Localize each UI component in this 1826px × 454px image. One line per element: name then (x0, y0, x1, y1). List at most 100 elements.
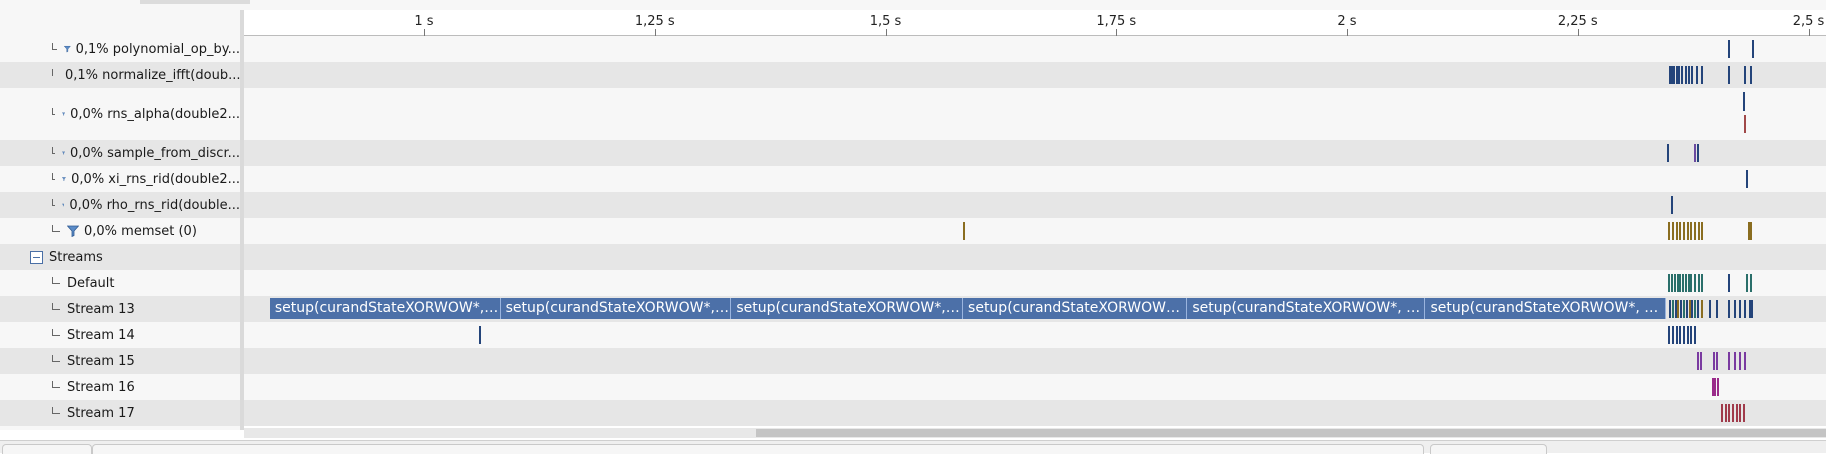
row-label[interactable]: 0,0% xi_rns_rid(double2... (0, 166, 240, 192)
kernel-mark[interactable] (1694, 274, 1697, 292)
kernel-mark[interactable] (1733, 300, 1736, 318)
kernel-mark[interactable] (1700, 300, 1703, 318)
kernel-mark[interactable] (1697, 274, 1700, 292)
stream-row[interactable]: Stream 13 setup(curandStateXORWOW*, u... s… (0, 296, 1826, 322)
tab-fragment[interactable] (140, 0, 250, 4)
kernel-mark[interactable] (1694, 222, 1697, 240)
kernel-mark[interactable] (1745, 274, 1748, 292)
kernel-mark[interactable] (1694, 326, 1697, 344)
kernel-mark[interactable] (1700, 66, 1703, 84)
kernel-mark[interactable] (1684, 274, 1687, 292)
kernel-mark[interactable] (1701, 274, 1704, 292)
kernel-mark[interactable] (1727, 40, 1730, 58)
kernel-mark[interactable] (1671, 300, 1674, 318)
stream-row[interactable]: Stream 14 (0, 322, 1826, 348)
kernel-mark[interactable] (1667, 144, 1670, 162)
kernel-mark[interactable] (1743, 92, 1746, 111)
kernel-mark[interactable] (1711, 378, 1714, 396)
kernel-mark[interactable] (1735, 404, 1738, 422)
row-label[interactable]: Stream 15 (0, 348, 240, 374)
kernel-mark[interactable] (1686, 222, 1689, 240)
kernel-mark[interactable] (1682, 274, 1685, 292)
kernel-bar[interactable]: setup(curandStateXORWOW*, un... (1187, 298, 1426, 319)
kernel-mark[interactable] (1739, 300, 1742, 318)
kernel-mark[interactable] (1676, 274, 1679, 292)
row-label[interactable]: 0,0% rns_alpha(double2... (0, 88, 240, 140)
kernel-mark[interactable] (1750, 274, 1753, 292)
kernel-bar[interactable]: setup(curandStateXORWOW*, u... (500, 298, 732, 319)
row-label[interactable]: 0,0% sample_from_discr... (0, 140, 240, 166)
kernel-mark[interactable] (1678, 66, 1681, 84)
kernel-mark[interactable] (1671, 222, 1674, 240)
kernel-mark[interactable] (1675, 222, 1678, 240)
kernel-mark[interactable] (1682, 326, 1685, 344)
kernel-mark[interactable] (1668, 274, 1671, 292)
kernel-mark[interactable] (1717, 378, 1720, 396)
kernel-mark[interactable] (1701, 222, 1704, 240)
kernel-mark[interactable] (1743, 300, 1746, 318)
row-label[interactable]: 0,1% polynomial_op_by... (0, 36, 240, 62)
kernel-mark[interactable] (1690, 326, 1693, 344)
kernel-mark[interactable] (1743, 115, 1746, 133)
kernel-mark[interactable] (1674, 300, 1677, 318)
kernel-mark[interactable] (1712, 352, 1715, 370)
row-label[interactable]: Streams (0, 244, 240, 270)
kernel-bar[interactable]: setup(curandStateXORWOW*, ... (963, 298, 1188, 319)
kernel-mark[interactable] (1679, 326, 1682, 344)
kernel-mark[interactable] (963, 222, 966, 240)
kernel-mark[interactable] (1714, 378, 1717, 396)
kernel-mark[interactable] (1670, 274, 1673, 292)
kernel-mark[interactable] (1731, 404, 1734, 422)
kernel-mark[interactable] (1671, 326, 1674, 344)
kernel-mark[interactable] (1720, 404, 1723, 422)
kernel-mark[interactable] (1672, 66, 1675, 84)
kernel-mark[interactable] (1685, 300, 1688, 318)
row-label[interactable]: Stream 17 (0, 400, 240, 426)
kernel-mark[interactable] (1696, 144, 1699, 162)
kernel-row[interactable]: 0,0% rho_rns_rid(double... (0, 192, 1826, 218)
stream-row[interactable]: Default (0, 270, 1826, 296)
stream-row[interactable]: Stream 16 (0, 374, 1826, 400)
kernel-mark[interactable] (1675, 66, 1678, 84)
bottom-tab[interactable] (1430, 444, 1547, 454)
kernel-mark[interactable] (1739, 404, 1742, 422)
kernel-row[interactable]: 0,1% polynomial_op_by... (0, 36, 1826, 62)
kernel-mark[interactable] (1750, 66, 1753, 84)
kernel-mark[interactable] (1695, 66, 1698, 84)
kernel-mark[interactable] (1745, 170, 1748, 188)
kernel-mark[interactable] (1696, 300, 1699, 318)
kernel-bar[interactable]: setup(curandStateXORWOW*, u... (269, 298, 501, 319)
row-label[interactable]: Stream 14 (0, 322, 240, 348)
row-label[interactable]: 0,1% normalize_ifft(doub... (0, 62, 240, 88)
collapse-toggle-icon[interactable] (30, 250, 43, 264)
kernel-mark[interactable] (1739, 352, 1742, 370)
kernel-bar[interactable]: setup(curandStateXORWOW*, un... (1425, 298, 1667, 319)
kernel-mark[interactable] (1668, 326, 1671, 344)
kernel-mark[interactable] (1750, 222, 1753, 240)
kernel-mark[interactable] (1679, 274, 1682, 292)
kernel-mark[interactable] (1728, 352, 1731, 370)
kernel-mark[interactable] (1694, 300, 1697, 318)
kernel-mark[interactable] (1682, 222, 1685, 240)
kernel-mark[interactable] (1687, 66, 1690, 84)
bottom-tab[interactable] (92, 444, 1424, 454)
kernel-mark[interactable] (1682, 300, 1685, 318)
kernel-mark[interactable] (479, 326, 482, 344)
kernel-bar[interactable]: setup(curandStateXORWOW*, u... (731, 298, 964, 319)
kernel-mark[interactable] (1733, 352, 1736, 370)
scrollbar-thumb[interactable] (756, 429, 1826, 437)
kernel-mark[interactable] (1728, 404, 1731, 422)
kernel-mark[interactable] (1747, 222, 1750, 240)
kernel-row[interactable]: 0,0% xi_rns_rid(double2... (0, 166, 1826, 192)
kernel-mark[interactable] (1697, 222, 1700, 240)
row-label[interactable]: 0,0% memset (0) (0, 218, 240, 244)
kernel-mark[interactable] (1694, 144, 1697, 162)
bottom-tab[interactable] (2, 444, 92, 454)
kernel-mark[interactable] (1688, 300, 1691, 318)
kernel-mark[interactable] (1668, 222, 1671, 240)
kernel-mark[interactable] (1743, 66, 1746, 84)
kernel-mark[interactable] (1690, 274, 1693, 292)
kernel-mark[interactable] (1684, 66, 1687, 84)
kernel-mark[interactable] (1691, 300, 1694, 318)
kernel-mark[interactable] (1679, 222, 1682, 240)
